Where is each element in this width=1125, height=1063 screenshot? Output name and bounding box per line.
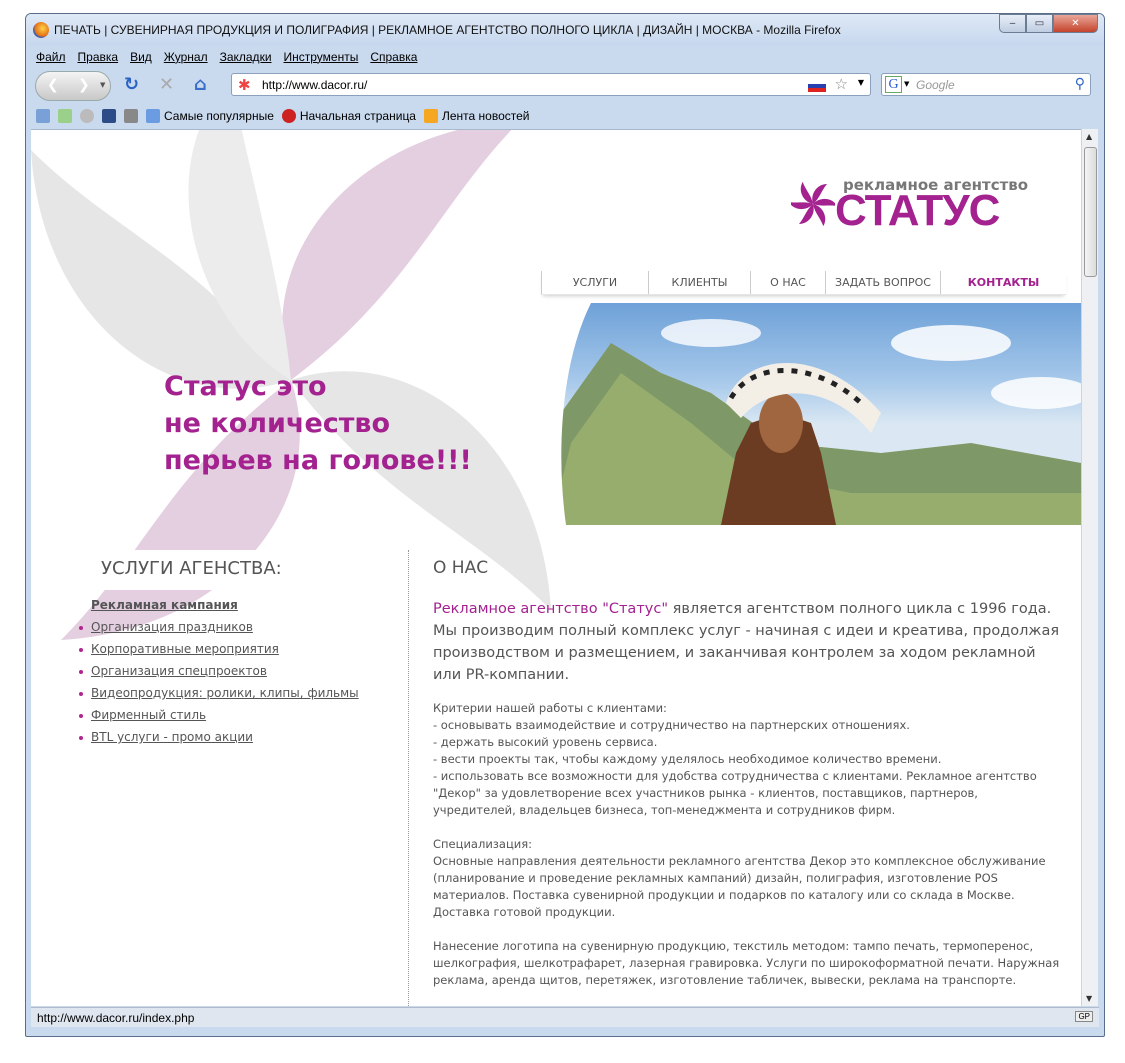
column-divider [408, 550, 409, 1006]
history-dropdown-icon[interactable]: ▼ [100, 81, 105, 89]
minimize-button[interactable]: ‒ [999, 14, 1026, 33]
nav-services[interactable]: УСЛУГИ [541, 271, 648, 294]
service-link[interactable]: Рекламная кампания [91, 598, 238, 612]
bookmark-news-feed[interactable]: Лента новостей [423, 109, 530, 123]
navigation-toolbar: ❮ ❯ ▼ ↻ ✕ ⌂ ✱ http://www.dacor.ru/ ☆ ▼ G… [26, 68, 1104, 104]
service-link[interactable]: Фирменный стиль [91, 708, 206, 722]
maximize-button[interactable]: ▭ [1026, 14, 1053, 33]
window-title: ПЕЧАТЬ | СУВЕНИРНАЯ ПРОДУКЦИЯ И ПОЛИГРАФ… [54, 23, 841, 37]
stop-icon[interactable]: ✕ [159, 74, 174, 95]
service-link[interactable]: Организация спецпроектов [91, 664, 267, 678]
new-tab-icon[interactable] [58, 109, 72, 123]
title-bar: ПЕЧАТЬ | СУВЕНИРНАЯ ПРОДУКЦИЯ И ПОЛИГРАФ… [26, 14, 1104, 46]
bookmarks-toolbar: Самые популярные Начальная страница Лент… [26, 104, 1104, 128]
back-icon[interactable]: ❮ [47, 77, 59, 93]
google-icon[interactable]: G [885, 76, 902, 93]
russia-flag-icon [808, 80, 826, 92]
menu-file[interactable]: Файл [36, 50, 66, 67]
menu-tools[interactable]: Инструменты [284, 50, 359, 67]
engine-dropdown-icon[interactable]: ▼ [904, 80, 909, 88]
address-bar[interactable]: ✱ http://www.dacor.ru/ ☆ ▼ [231, 73, 871, 96]
web-page: рекламное агентство СТАТУС УСЛУГИ КЛИЕНТ… [31, 129, 1081, 1006]
search-icon[interactable]: ⚲ [1075, 76, 1085, 92]
status-text: http://www.dacor.ru/index.php [37, 1011, 195, 1025]
service-link[interactable]: Организация праздников [91, 620, 253, 634]
clock-icon[interactable] [80, 109, 94, 123]
reload-icon[interactable]: ↻ [124, 74, 139, 95]
search-box[interactable]: G ▼ Google ⚲ [881, 73, 1091, 96]
nav-about[interactable]: О НАС [750, 271, 825, 294]
bookmark-most-visited[interactable]: Самые популярные [146, 109, 274, 123]
logo-swirl-icon [791, 182, 835, 226]
bookmark-manager-icon[interactable] [102, 109, 116, 123]
main-nav: УСЛУГИ КЛИЕНТЫ О НАС ЗАДАТЬ ВОПРОС КОНТА… [541, 271, 1066, 295]
slogan-line: перьев на голове!!! [164, 445, 472, 476]
about-heading: О НАС [433, 558, 489, 578]
service-link[interactable]: Видеопродукция: ролики, клипы, фильмы [91, 686, 359, 700]
menu-edit[interactable]: Правка [78, 50, 119, 67]
folder-icon [146, 109, 160, 123]
scroll-thumb[interactable] [1084, 147, 1097, 277]
scroll-down-icon[interactable]: ▼ [1086, 994, 1092, 1003]
print-icon[interactable] [124, 109, 138, 123]
nav-clients[interactable]: КЛИЕНТЫ [648, 271, 750, 294]
nav-ask-question[interactable]: ЗАДАТЬ ВОПРОС [825, 271, 940, 294]
banner-image [551, 303, 1081, 525]
close-button[interactable]: ✕ [1053, 14, 1098, 33]
site-favicon: ✱ [238, 76, 251, 94]
menu-history[interactable]: Журнал [164, 50, 208, 67]
back-forward-buttons[interactable]: ❮ ❯ ▼ [35, 71, 111, 101]
nav-contacts[interactable]: КОНТАКТЫ [940, 271, 1066, 294]
bookmark-label: Самые популярные [164, 109, 274, 123]
about-lead: Рекламное агентство "Статус" является аг… [433, 598, 1063, 686]
home-icon[interactable]: ⌂ [194, 74, 207, 95]
calendar-icon[interactable] [36, 109, 50, 123]
menu-bookmarks[interactable]: Закладки [220, 50, 272, 67]
slogan-line: Статус это [164, 371, 327, 402]
vertical-scrollbar[interactable]: ▲ ▼ [1081, 129, 1098, 1006]
bookmark-label: Лента новостей [441, 109, 530, 123]
criteria-text: Критерии нашей работы с клиентами: - осн… [433, 701, 1037, 817]
firefox-icon [33, 22, 49, 38]
bookmark-star-icon[interactable]: ☆ [835, 75, 848, 93]
logo-printing-text: Нанесение логотипа на сувенирную продукц… [433, 939, 1060, 987]
status-badge[interactable]: GP [1075, 1011, 1093, 1022]
specialization-text: Специализация: Основные направления деят… [433, 837, 1046, 919]
bookmark-label: Начальная страница [299, 109, 416, 123]
scroll-up-icon[interactable]: ▲ [1086, 132, 1092, 141]
slogan-line: не количество [164, 408, 391, 439]
status-bar: http://www.dacor.ru/index.php GP [31, 1007, 1099, 1027]
banner-mountains [551, 303, 1081, 525]
logo-name: СТАТУС [835, 186, 1000, 235]
menu-bar: Файл Правка Вид Журнал Закладки Инструме… [30, 47, 417, 67]
forward-icon[interactable]: ❯ [78, 77, 90, 93]
bookmark-home-page[interactable]: Начальная страница [281, 109, 416, 123]
menu-help[interactable]: Справка [370, 50, 417, 67]
search-placeholder[interactable]: Google [916, 78, 955, 92]
services-list: Рекламная кампания Организация празднико… [76, 598, 359, 752]
browser-window: ПЕЧАТЬ | СУВЕНИРНАЯ ПРОДУКЦИЯ И ПОЛИГРАФ… [25, 13, 1105, 1037]
url-dropdown-icon[interactable]: ▼ [858, 78, 864, 87]
dragon-icon [281, 109, 296, 123]
service-link[interactable]: BTL услуги - промо акции [91, 730, 253, 744]
rss-icon [423, 109, 438, 123]
service-link[interactable]: Корпоративные мероприятия [91, 642, 279, 656]
url-text[interactable]: http://www.dacor.ru/ [262, 78, 367, 92]
menu-view[interactable]: Вид [130, 50, 152, 67]
services-heading: УСЛУГИ АГЕНСТВА: [101, 558, 282, 579]
agency-name: Рекламное агентство "Статус" [433, 601, 668, 617]
slogan: Статус это не количество перьев на голов… [164, 368, 472, 479]
about-section: О НАС Рекламное агентство "Статус" являе… [433, 558, 1063, 1006]
